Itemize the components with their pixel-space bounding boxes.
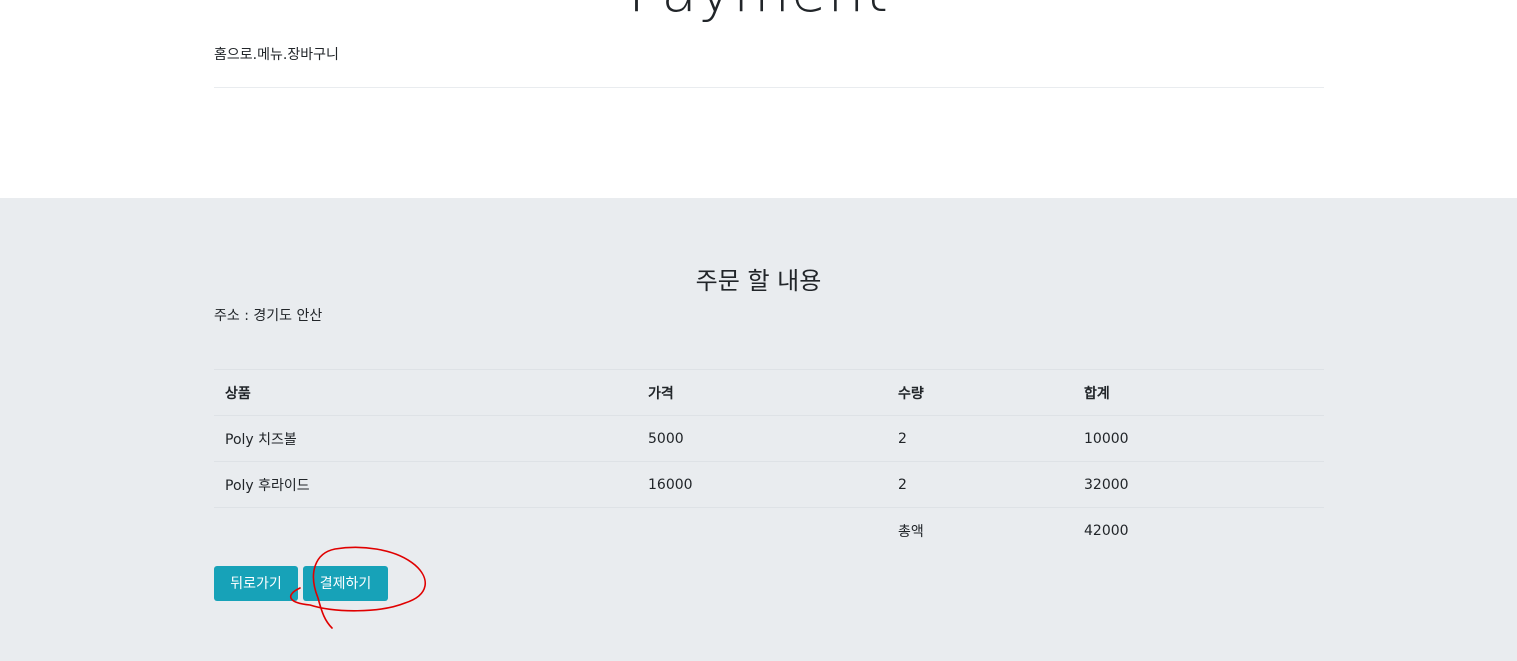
- product-price: 16000: [648, 476, 693, 493]
- total-label: 총액: [898, 523, 924, 540]
- pay-button[interactable]: 결제하기: [303, 566, 388, 601]
- breadcrumb: 홈으로.메뉴.장바구니: [214, 45, 339, 65]
- product-subtotal: 32000: [1084, 476, 1129, 493]
- empty-cell: [637, 508, 887, 554]
- table-row: Poly 치즈볼 5000 2 10000: [214, 416, 1324, 462]
- column-header-quantity: 수량: [898, 385, 924, 402]
- order-table: 상품 가격 수량 합계 Poly 치즈볼 5000 2 10000 Poly 후…: [214, 369, 1324, 553]
- product-quantity: 2: [898, 476, 907, 493]
- breadcrumb-cart-link[interactable]: 장바구니: [287, 47, 339, 63]
- table-header-row: 상품 가격 수량 합계: [214, 369, 1324, 416]
- product-subtotal: 10000: [1084, 430, 1129, 447]
- total-row: 총액 42000: [214, 508, 1324, 554]
- total-value: 42000: [1084, 522, 1129, 539]
- product-name: Poly 치즈볼: [225, 431, 297, 448]
- column-header-subtotal: 합계: [1084, 385, 1110, 402]
- table-row: Poly 후라이드 16000 2 32000: [214, 462, 1324, 508]
- order-section: 주문 할 내용 주소 : 경기도 안산 상품 가격 수량 합계 Poly 치즈볼…: [0, 198, 1517, 661]
- page-title: Payment: [0, 0, 1517, 34]
- delivery-address: 주소 : 경기도 안산: [214, 308, 323, 324]
- header-divider: [214, 87, 1324, 88]
- back-button[interactable]: 뒤로가기: [214, 566, 298, 601]
- column-header-product: 상품: [225, 385, 251, 402]
- breadcrumb-home-link[interactable]: 홈으로: [214, 47, 253, 63]
- product-quantity: 2: [898, 430, 907, 447]
- breadcrumb-menu-link[interactable]: 메뉴: [257, 47, 283, 63]
- page-header: Payment 홈으로.메뉴.장바구니: [0, 0, 1517, 198]
- product-price: 5000: [648, 430, 684, 447]
- column-header-price: 가격: [648, 385, 674, 402]
- empty-cell: [214, 508, 637, 554]
- order-heading: 주문 할 내용: [695, 267, 822, 295]
- product-name: Poly 후라이드: [225, 477, 310, 494]
